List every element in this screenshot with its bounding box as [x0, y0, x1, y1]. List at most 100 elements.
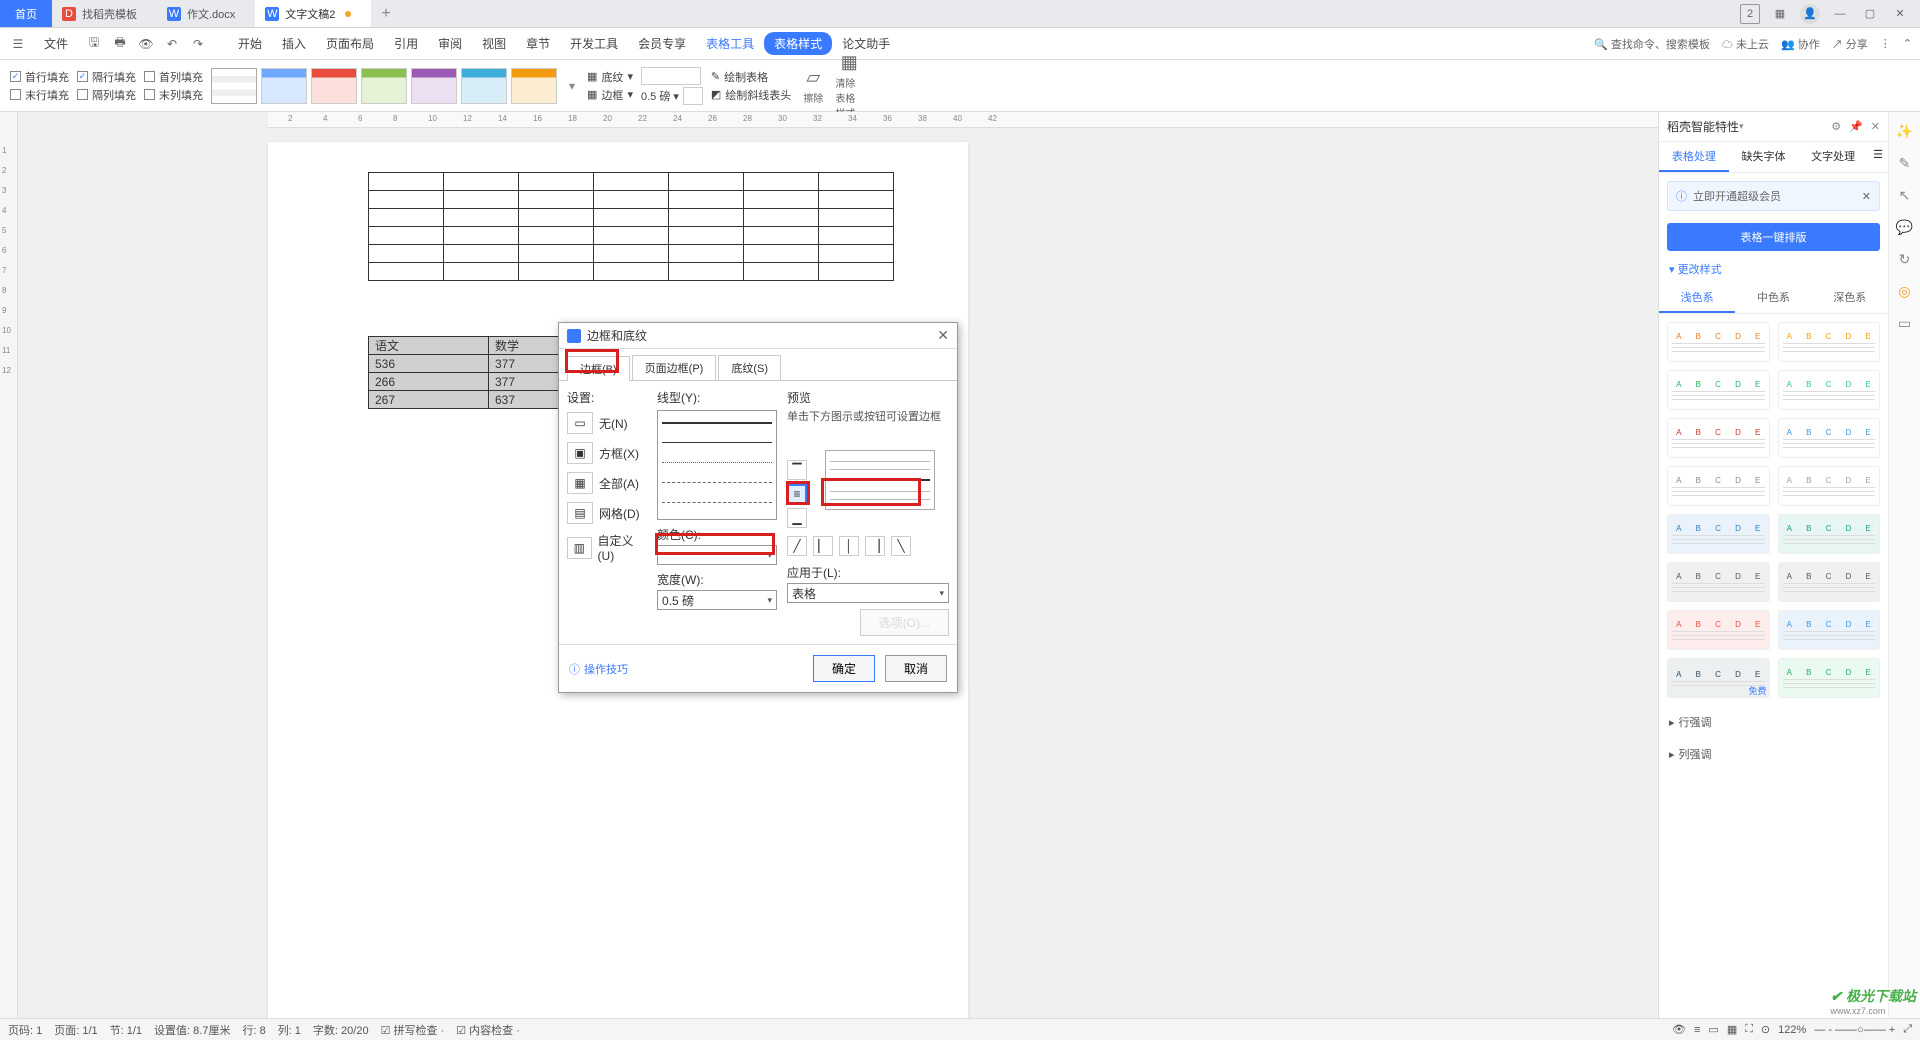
status-spell[interactable]: ☑ 拼写检查 · — [381, 1022, 445, 1038]
side-sparkle-icon[interactable]: ✨ — [1896, 122, 1914, 140]
rp-style-item[interactable]: ABCDE — [1778, 514, 1881, 554]
clear-style-button[interactable]: ▦清除表格样式 — [835, 72, 863, 100]
border-dropdown[interactable]: 边框 — [601, 87, 623, 103]
rp-style-item[interactable]: ABCDE — [1778, 610, 1881, 650]
preview-icon[interactable]: 👁 — [136, 34, 156, 54]
rp-settings-icon[interactable]: ⚙ — [1831, 120, 1841, 133]
rp-style-item[interactable]: ABCDE — [1778, 658, 1881, 698]
border-width-input[interactable]: 0.5 磅 ▾ — [641, 88, 679, 104]
border-btn-mid-v[interactable]: │ — [839, 536, 859, 556]
border-btn-top[interactable]: ▔ — [787, 460, 807, 480]
search-box[interactable]: 🔍 查找命令、搜索模板 — [1594, 36, 1710, 52]
ribbon-tab-insert[interactable]: 插入 — [272, 29, 316, 58]
view-icon-1[interactable]: 👁 — [1672, 1023, 1686, 1036]
rp-close-icon[interactable]: ✕ — [1871, 120, 1880, 133]
chk-last-col[interactable]: 末列填充 — [144, 87, 203, 103]
chk-first-col[interactable]: 首列填充 — [144, 69, 203, 85]
rp-style-item[interactable]: ABCDE — [1778, 322, 1881, 362]
doc-tab-2[interactable]: W作文.docx — [157, 0, 255, 27]
print-icon[interactable]: 🖶 — [110, 34, 130, 54]
rp-subtab-dark[interactable]: 深色系 — [1812, 283, 1888, 313]
eraser-button[interactable]: ▱擦除 — [799, 72, 827, 100]
rp-style-item[interactable]: ABCDE免费 — [1667, 658, 1770, 698]
file-menu[interactable]: 文件 — [34, 29, 78, 58]
ribbon-tab-section[interactable]: 章节 — [516, 29, 560, 58]
rp-tab-text[interactable]: 文字处理 — [1798, 142, 1868, 172]
rp-style-item[interactable]: ABCDE — [1667, 610, 1770, 650]
linetype-list[interactable] — [657, 410, 777, 520]
ribbon-tab-dev[interactable]: 开发工具 — [560, 29, 628, 58]
rp-tab-fonts[interactable]: 缺失字体 — [1729, 142, 1799, 172]
ribbon-tab-layout[interactable]: 页面布局 — [316, 29, 384, 58]
ribbon-tab-start[interactable]: 开始 — [228, 29, 272, 58]
doc-tab-1[interactable]: D找稻壳模板 — [52, 0, 157, 27]
ribbon-tab-reference[interactable]: 引用 — [384, 29, 428, 58]
cloud-status[interactable]: ☁ 未上云 — [1722, 36, 1769, 52]
rp-style-item[interactable]: ABCDE — [1667, 562, 1770, 602]
status-page-of[interactable]: 页面: 1/1 — [54, 1022, 97, 1038]
rp-style-item[interactable]: ABCDE — [1778, 418, 1881, 458]
chk-alt-col[interactable]: 隔列填充 — [77, 87, 136, 103]
view-icon-4[interactable]: ▦ — [1727, 1023, 1737, 1036]
rp-row-emphasis[interactable]: ▸ 行强调 — [1659, 706, 1888, 738]
rp-style-item[interactable]: ABCDE — [1667, 466, 1770, 506]
gallery-more-icon[interactable]: ▾ — [569, 79, 575, 93]
border-btn-right[interactable]: ▕ — [865, 536, 885, 556]
color-combo[interactable] — [657, 545, 777, 565]
zoom-value[interactable]: 122% — [1778, 1024, 1806, 1036]
view-icon-5[interactable]: ⛶ — [1745, 1023, 1753, 1036]
rp-vip-banner[interactable]: ⓘ 立即开通超级会员 ✕ — [1667, 181, 1880, 211]
rp-style-item[interactable]: ABCDE — [1667, 514, 1770, 554]
status-chars[interactable]: 字数: 20/20 — [313, 1022, 369, 1038]
rp-style-item[interactable]: ABCDE — [1667, 418, 1770, 458]
document-table-1[interactable] — [368, 172, 894, 281]
setting-custom[interactable]: ▥自定义(U) — [567, 532, 647, 563]
border-btn-diag2[interactable]: ╲ — [891, 536, 911, 556]
chk-alt-row[interactable]: ✓隔行填充 — [77, 69, 136, 85]
ribbon-tab-vip[interactable]: 会员专享 — [628, 29, 696, 58]
close-button[interactable]: ✕ — [1890, 4, 1910, 24]
maximize-button[interactable]: ▢ — [1860, 4, 1880, 24]
setting-all[interactable]: ▦全部(A) — [567, 472, 647, 494]
status-page[interactable]: 页码: 1 — [8, 1022, 42, 1038]
share-button[interactable]: ↗ 分享 — [1832, 36, 1868, 52]
border-btn-bottom[interactable]: ▁ — [787, 508, 807, 528]
zoom-out[interactable]: ⊙ — [1761, 1023, 1770, 1036]
rp-style-item[interactable]: ABCDE — [1667, 322, 1770, 362]
zoom-slider[interactable]: — - ——○—— + — [1814, 1024, 1895, 1036]
shading-dropdown[interactable]: 底纹 — [601, 69, 623, 85]
ribbon-tab-table-style[interactable]: 表格样式 — [764, 32, 832, 55]
save-icon[interactable]: 🖫 — [84, 34, 104, 54]
border-btn-diag[interactable]: ╱ — [787, 536, 807, 556]
rp-more-icon[interactable]: ☰ — [1868, 142, 1888, 172]
more-icon[interactable]: ⋮ — [1880, 37, 1891, 50]
home-tab[interactable]: 首页 — [0, 0, 52, 27]
side-chat-icon[interactable]: 💬 — [1896, 218, 1914, 236]
setting-grid[interactable]: ▤网格(D) — [567, 502, 647, 524]
rp-col-emphasis[interactable]: ▸ 列强调 — [1659, 738, 1888, 770]
width-combo[interactable]: 0.5 磅 — [657, 590, 777, 610]
rp-style-item[interactable]: ABCDE — [1778, 466, 1881, 506]
ribbon-tab-review[interactable]: 审阅 — [428, 29, 472, 58]
border-btn-left[interactable]: ▏ — [813, 536, 833, 556]
ribbon-tab-table-tools[interactable]: 表格工具 — [696, 29, 764, 58]
minimize-button[interactable]: — — [1830, 4, 1850, 24]
chk-first-row[interactable]: ✓首行填充 — [10, 69, 69, 85]
chk-last-row[interactable]: 末行填充 — [10, 87, 69, 103]
zoom-fit[interactable]: ⤢ — [1903, 1023, 1912, 1036]
rp-style-item[interactable]: ABCDE — [1778, 562, 1881, 602]
ribbon-tab-view[interactable]: 视图 — [472, 29, 516, 58]
badge-icon[interactable]: 2 — [1740, 4, 1760, 24]
side-cursor-icon[interactable]: ↖ — [1896, 186, 1914, 204]
applyto-combo[interactable]: 表格 — [787, 583, 949, 603]
redo-icon[interactable]: ↷ — [188, 34, 208, 54]
dialog-tab-page-border[interactable]: 页面边框(P) — [632, 355, 717, 380]
draw-table-button[interactable]: ✎ 绘制表格 — [711, 69, 791, 85]
table-style-gallery[interactable] — [211, 68, 557, 104]
rp-change-style[interactable]: ▾ 更改样式 — [1659, 255, 1888, 283]
apps-icon[interactable]: ▦ — [1770, 4, 1790, 24]
status-content[interactable]: ☑ 内容检查 · — [456, 1022, 520, 1038]
menu-icon[interactable]: ☰ — [8, 34, 28, 54]
undo-icon[interactable]: ↶ — [162, 34, 182, 54]
coop-button[interactable]: 👥 协作 — [1781, 36, 1820, 52]
